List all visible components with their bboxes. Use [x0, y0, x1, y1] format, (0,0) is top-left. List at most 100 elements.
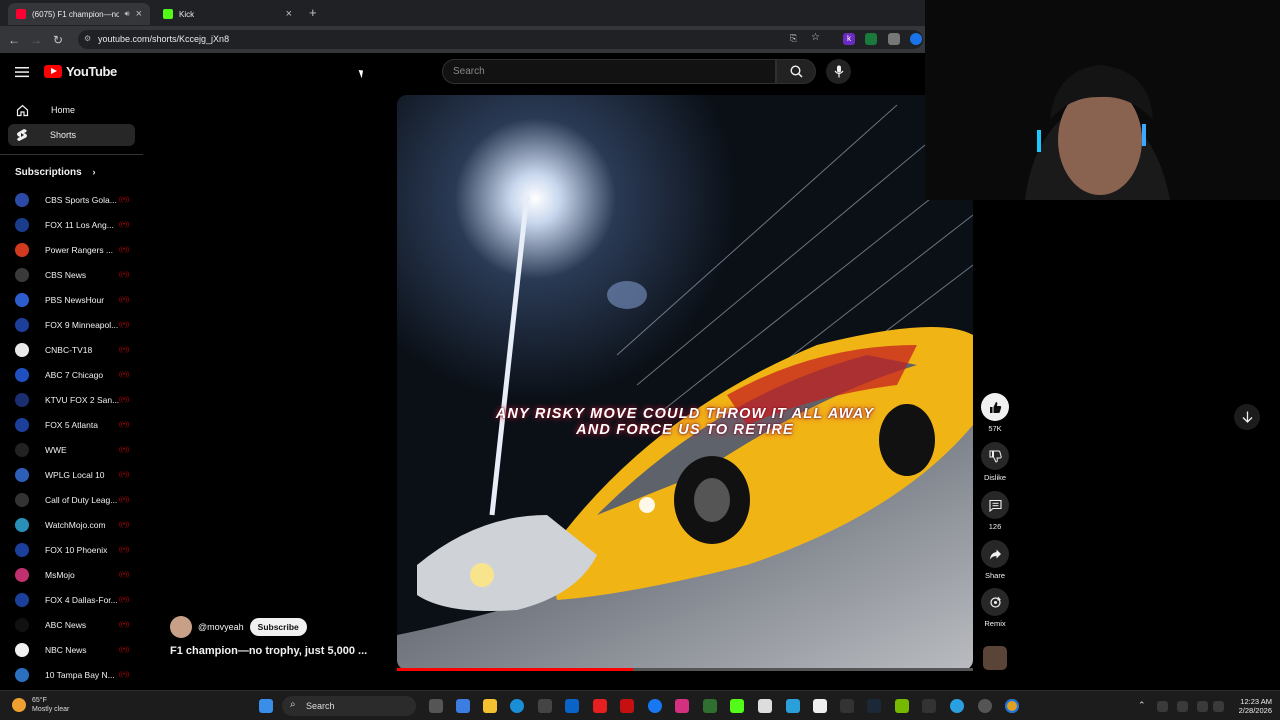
copilot-icon[interactable]	[456, 699, 470, 713]
task-view-icon[interactable]	[429, 699, 443, 713]
subscription-name: PBS NewsHour	[45, 295, 105, 305]
profile-icon[interactable]	[910, 33, 922, 45]
subscription-item[interactable]: KTVU FOX 2 San... ((•))	[15, 390, 133, 410]
taskbar-search-box[interactable]: ⌕ Search	[282, 696, 416, 716]
nvidia-icon[interactable]	[895, 699, 909, 713]
extension-k-icon[interactable]: k	[843, 33, 855, 45]
instagram-icon[interactable]	[675, 699, 689, 713]
like-button[interactable]: 57K	[981, 393, 1009, 433]
spreadsheet-icon[interactable]	[703, 699, 717, 713]
tab-youtube[interactable]: (6075) F1 champion—no tr 🔊︎ ×	[8, 3, 150, 25]
facebook-icon[interactable]	[648, 699, 662, 713]
chrome-icon[interactable]	[1005, 699, 1019, 713]
forward-icon[interactable]: →	[25, 33, 47, 47]
amazon-icon[interactable]	[758, 699, 772, 713]
tab-kick[interactable]: Kick ×	[155, 3, 300, 25]
audio-icon[interactable]: 🔊︎	[125, 9, 130, 19]
live-indicator-icon: ((•))	[119, 297, 130, 303]
app-dark-icon[interactable]	[840, 699, 854, 713]
close-tab-icon[interactable]: ×	[136, 8, 142, 20]
volume-icon[interactable]	[1213, 701, 1224, 712]
close-tab-icon[interactable]: ×	[286, 8, 292, 20]
menu-icon[interactable]	[15, 65, 29, 83]
app-blue-icon[interactable]	[786, 699, 800, 713]
next-video-button[interactable]	[1234, 404, 1260, 430]
subscription-item[interactable]: Power Rangers ... ((•))	[15, 240, 133, 260]
channel-avatar[interactable]	[170, 616, 192, 638]
settings-gear-icon[interactable]	[978, 699, 992, 713]
roblox-icon[interactable]	[813, 699, 827, 713]
network-icon[interactable]	[1157, 701, 1168, 712]
wifi-icon[interactable]	[1197, 701, 1208, 712]
file-explorer-icon[interactable]	[483, 699, 497, 713]
subscription-item[interactable]: WatchMojo.com ((•))	[15, 515, 133, 535]
site-info-icon[interactable]: ⚙︎	[84, 34, 91, 43]
sound-thumbnail[interactable]	[983, 646, 1007, 670]
kick-app-icon[interactable]	[730, 699, 744, 713]
dislike-button[interactable]: Dislike	[981, 442, 1009, 482]
subscription-item[interactable]: FOX 4 Dallas-For... ((•))	[15, 590, 133, 610]
reload-icon[interactable]: ↻	[47, 33, 69, 47]
extension-gray-icon[interactable]	[888, 33, 900, 45]
subscription-name: FOX 4 Dallas-For...	[45, 595, 118, 605]
channel-avatar-icon	[15, 268, 29, 282]
subscription-item[interactable]: Call of Duty Leag... ((•))	[15, 490, 133, 510]
comments-button[interactable]: 126	[981, 491, 1009, 531]
store-icon[interactable]	[538, 699, 552, 713]
search-input[interactable]: Search	[442, 59, 776, 84]
remix-button[interactable]: Remix	[981, 588, 1009, 628]
video-title[interactable]: F1 champion—no trophy, just 5,000 ...	[170, 645, 385, 657]
voice-search-button[interactable]	[826, 59, 851, 84]
subscription-item[interactable]: ABC 7 Chicago ((•))	[15, 365, 133, 385]
subscription-item[interactable]: FOX 10 Phoenix ((•))	[15, 540, 133, 560]
tray-chevron-up-icon[interactable]: ⌃	[1138, 700, 1146, 711]
youtube-app-icon[interactable]	[593, 699, 607, 713]
subscription-item[interactable]: WWE ((•))	[15, 440, 133, 460]
video-progress-bar[interactable]	[397, 668, 973, 671]
edge-icon[interactable]	[510, 699, 524, 713]
subscription-item[interactable]: 10 Tampa Bay N... ((•))	[15, 665, 133, 685]
subscription-item[interactable]: WPLG Local 10 ((•))	[15, 465, 133, 485]
steam-icon[interactable]	[867, 699, 881, 713]
microphone-tray-icon[interactable]	[1177, 701, 1188, 712]
subscription-name: 10 Tampa Bay N...	[45, 670, 115, 680]
subscription-item[interactable]: MsMojo ((•))	[15, 565, 133, 585]
subscription-item[interactable]: FOX 11 Los Ang... ((•))	[15, 215, 133, 235]
extension-green-icon[interactable]	[865, 33, 877, 45]
weather-widget[interactable]: 65°F Mostly clear	[12, 696, 69, 714]
search-button[interactable]	[776, 59, 816, 84]
live-indicator-icon: ((•))	[119, 247, 130, 253]
subscription-item[interactable]: FOX 5 Atlanta ((•))	[15, 415, 133, 435]
subscription-name: FOX 9 Minneapol...	[45, 320, 119, 330]
url-field[interactable]: ⚙︎ youtube.com/shorts/Kccejg_jXn8 ⎘ ☆	[78, 30, 923, 49]
sidebar-item-shorts[interactable]: Shorts	[8, 124, 135, 146]
channel-avatar-icon	[15, 568, 29, 582]
subscription-item[interactable]: NBC News ((•))	[15, 640, 133, 660]
subscription-item[interactable]: CBS News ((•))	[15, 265, 133, 285]
shorts-icon	[17, 129, 27, 141]
subscription-item[interactable]: PBS NewsHour ((•))	[15, 290, 133, 310]
taskbar-clock[interactable]: 12:23 AM 2/28/2026	[1239, 697, 1272, 715]
telegram-icon[interactable]	[950, 699, 964, 713]
taskbar-search-label: Search	[306, 701, 335, 711]
subscription-item[interactable]: FOX 9 Minneapol... ((•))	[15, 315, 133, 335]
back-icon[interactable]: ←	[3, 33, 25, 47]
subscription-item[interactable]: CNBC-TV18 ((•))	[15, 340, 133, 360]
microphone-icon	[834, 65, 843, 78]
subscribe-button[interactable]: Subscribe	[249, 618, 307, 636]
start-windows-icon[interactable]	[259, 699, 273, 713]
netflix-icon[interactable]	[620, 699, 634, 713]
share-button[interactable]: Share	[981, 540, 1009, 580]
shorts-video-player[interactable]	[397, 95, 973, 670]
subscription-item[interactable]: ABC News ((•))	[15, 615, 133, 635]
channel-name[interactable]: @movyeah	[198, 622, 244, 632]
youtube-logo[interactable]: YouTube	[44, 64, 117, 79]
sidebar-item-home[interactable]: Home	[8, 99, 135, 121]
bookmark-star-icon[interactable]: ☆	[811, 32, 820, 43]
subscription-item[interactable]: CBS Sports Gola... ((•))	[15, 190, 133, 210]
install-icon[interactable]: ⎘	[790, 33, 797, 44]
new-tab-icon[interactable]: +	[309, 5, 317, 20]
epic-games-icon[interactable]	[922, 699, 936, 713]
subscriptions-heading[interactable]: Subscriptions ›	[15, 167, 95, 178]
mail-icon[interactable]	[565, 699, 579, 713]
